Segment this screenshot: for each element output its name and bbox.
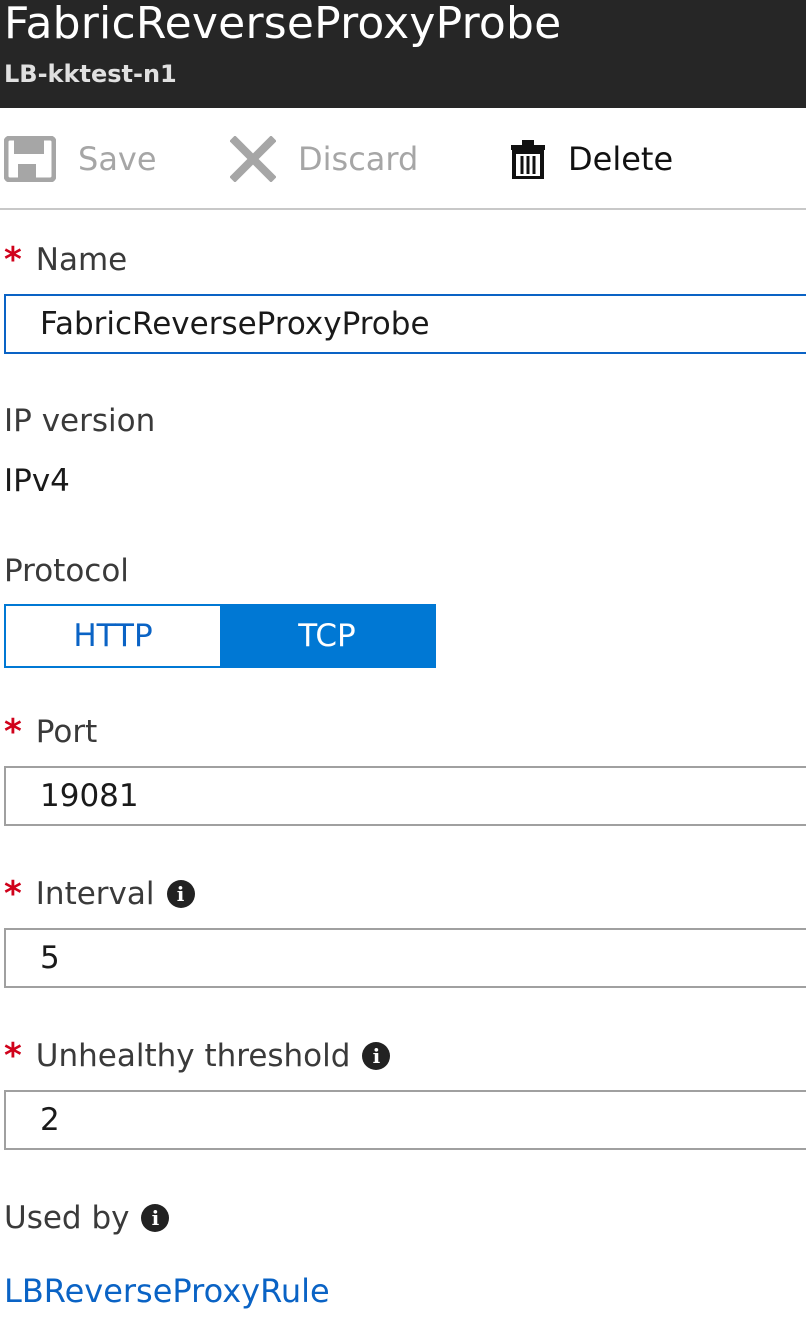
protocol-toggle: HTTP TCP <box>4 604 436 668</box>
interval-input-value: 5 <box>40 940 60 976</box>
port-label-text: Port <box>35 714 98 750</box>
interval-label-text: Interval <box>35 876 155 912</box>
required-marker: * <box>4 874 22 914</box>
save-button[interactable]: Save <box>4 134 157 184</box>
interval-label: * Interval i <box>4 874 195 914</box>
protocol-option-tcp[interactable]: TCP <box>220 606 434 666</box>
info-icon[interactable]: i <box>362 1042 391 1070</box>
required-marker: * <box>4 712 22 752</box>
save-icon <box>4 136 56 182</box>
close-icon <box>230 136 276 182</box>
discard-label: Discard <box>298 140 419 178</box>
unhealthy-threshold-input-value: 2 <box>40 1102 60 1138</box>
unhealthy-threshold-label-text: Unhealthy threshold <box>35 1038 351 1074</box>
name-input[interactable]: FabricReverseProxyProbe <box>4 294 806 354</box>
used-by-label-text: Used by <box>4 1200 130 1236</box>
protocol-option-http[interactable]: HTTP <box>6 606 220 666</box>
command-bar: Save Discard Delete <box>0 108 806 210</box>
name-label: * Name <box>4 240 127 280</box>
blade-header: FabricReverseProxyProbe LB-kktest-n1 <box>0 0 806 108</box>
port-label: * Port <box>4 712 97 752</box>
delete-label: Delete <box>568 140 674 178</box>
name-label-text: Name <box>35 242 128 278</box>
used-by-rule-link[interactable]: LBReverseProxyRule <box>4 1272 330 1310</box>
port-input[interactable]: 19081 <box>4 766 806 826</box>
info-icon[interactable]: i <box>141 1204 170 1232</box>
ip-version-label: IP version <box>4 403 156 439</box>
trash-icon <box>510 139 546 179</box>
ip-version-value: IPv4 <box>4 463 70 499</box>
protocol-label: Protocol <box>4 553 129 589</box>
required-marker: * <box>4 1036 22 1076</box>
interval-input[interactable]: 5 <box>4 928 806 988</box>
used-by-label: Used by i <box>4 1200 170 1236</box>
name-input-value: FabricReverseProxyProbe <box>40 306 430 342</box>
unhealthy-threshold-label: * Unhealthy threshold i <box>4 1036 391 1076</box>
port-input-value: 19081 <box>40 778 139 814</box>
save-label: Save <box>78 140 157 178</box>
blade-subtitle: LB-kktest-n1 <box>4 60 177 88</box>
required-marker: * <box>4 240 22 280</box>
discard-button[interactable]: Discard <box>230 134 418 184</box>
unhealthy-threshold-input[interactable]: 2 <box>4 1090 806 1150</box>
info-icon[interactable]: i <box>166 880 195 908</box>
delete-button[interactable]: Delete <box>510 134 673 184</box>
blade-title: FabricReverseProxyProbe <box>4 0 562 49</box>
